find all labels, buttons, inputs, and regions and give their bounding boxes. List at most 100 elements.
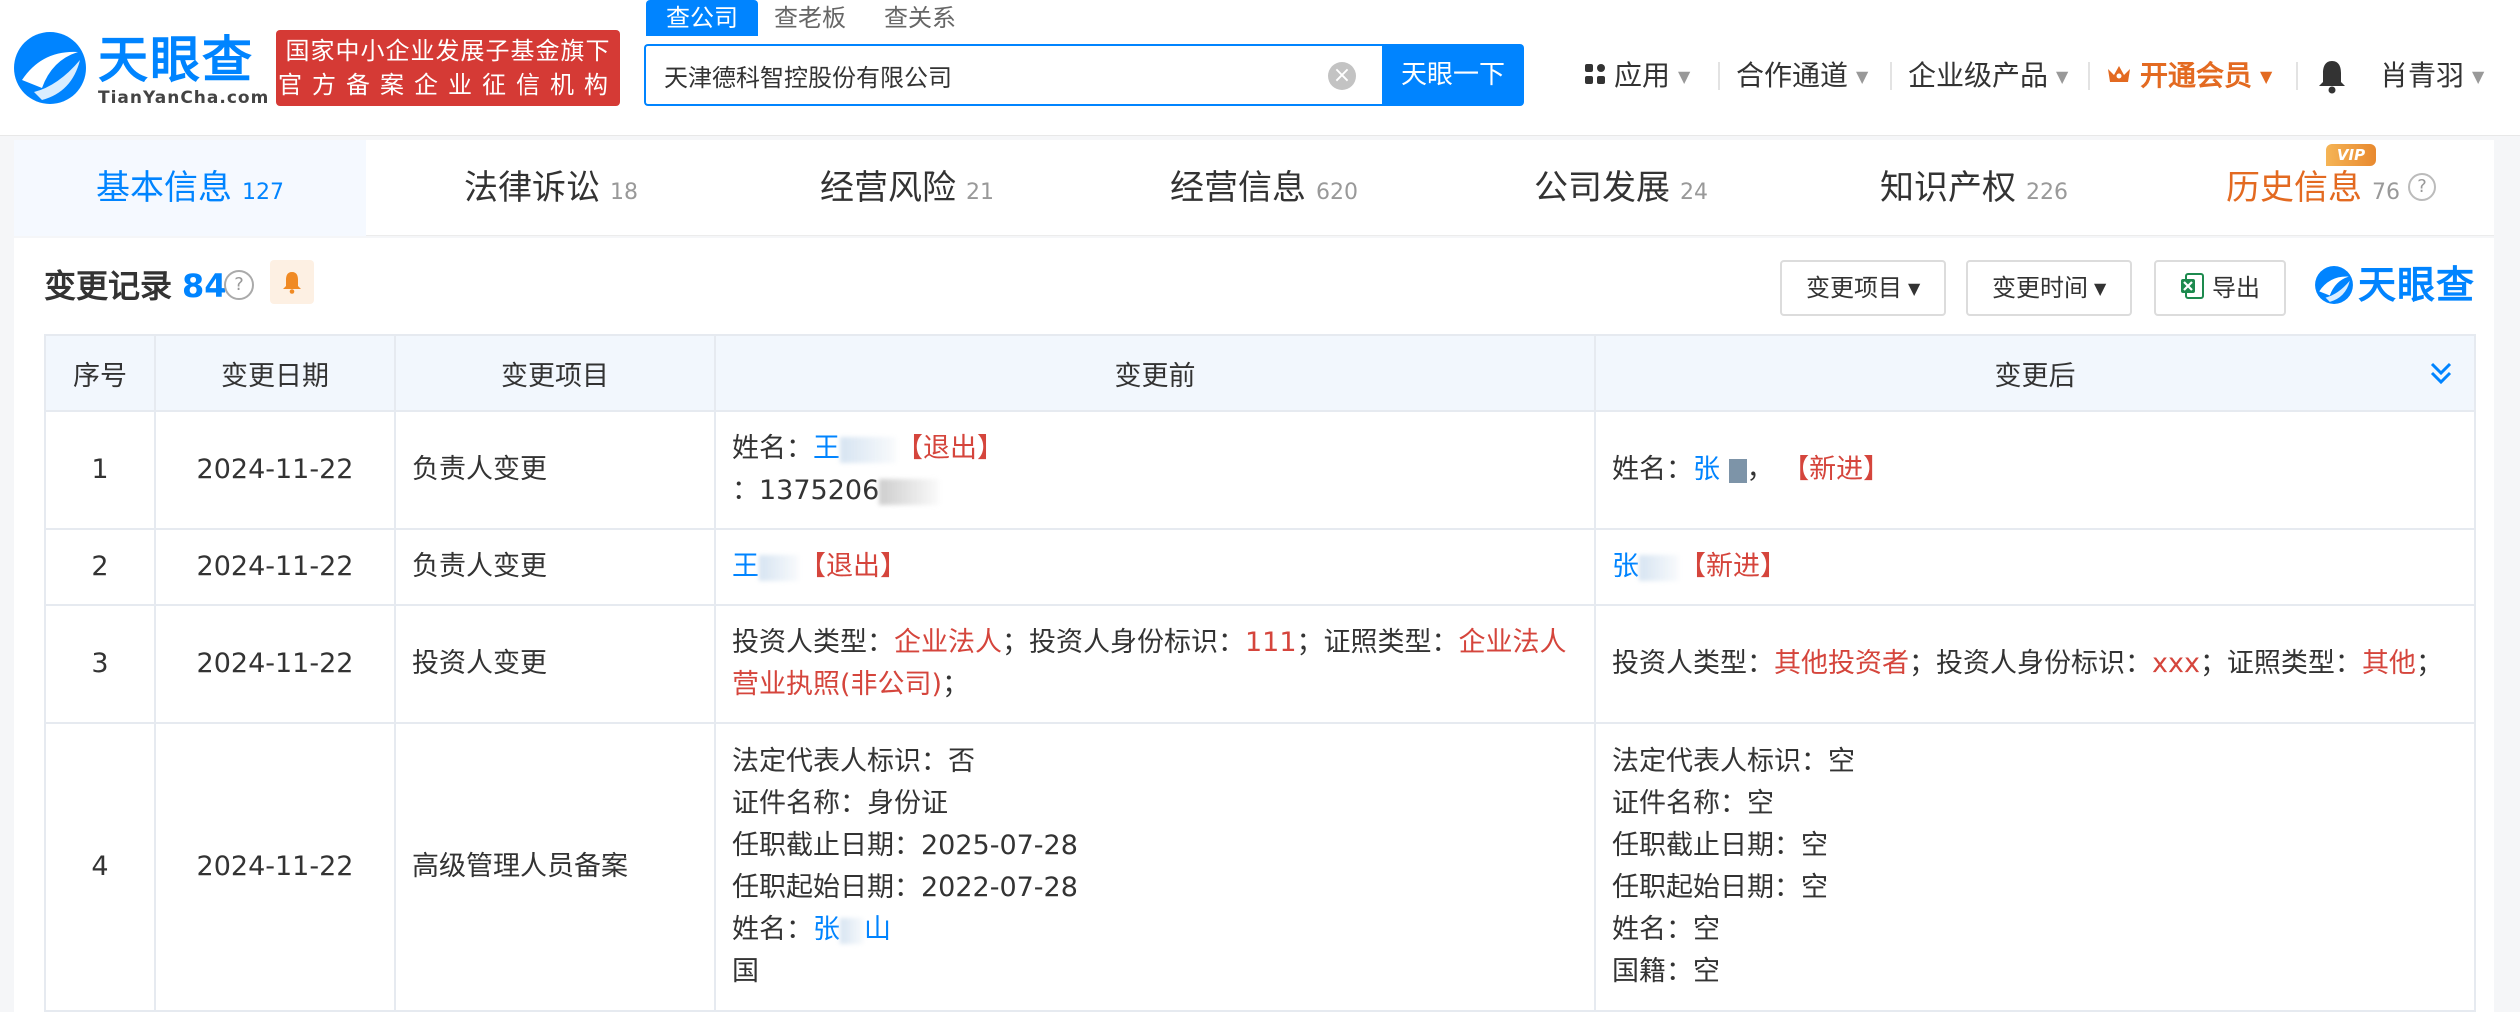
masked-text xyxy=(840,917,864,944)
header-index: 序号 xyxy=(44,334,156,412)
cell-before: 投资人类型：企业法人；投资人身份标识：111；证照类型：企业法人营业执照(非公司… xyxy=(714,604,1596,724)
monitor-bell-button[interactable] xyxy=(270,260,314,304)
gov-badge: 国家中小企业发展子基金旗下 官方备案企业征信机构 xyxy=(276,30,620,106)
logo-name: 天眼查 xyxy=(98,31,254,89)
table-header-row: 序号 变更日期 变更项目 变更前 变更后 xyxy=(44,334,2476,412)
export-button[interactable]: 导出 xyxy=(2154,260,2286,316)
logo-eye-icon xyxy=(14,32,86,104)
watermark-text: 天眼查 xyxy=(2358,263,2476,307)
cell-after: 投资人类型：其他投资者；投资人身份标识：xxx；证照类型：其他； xyxy=(1594,604,2476,724)
before-line: 任职截止日期：2025-07-28 xyxy=(732,830,1078,861)
gov-badge-line2: 官方备案企业征信机构 xyxy=(278,71,618,99)
field-value: 企业法人 xyxy=(894,627,1002,658)
tab-count: 24 xyxy=(1680,180,1708,205)
after-line: 姓名：空 xyxy=(1612,914,1720,945)
nav-enterprise[interactable]: 企业级产品 ▼ xyxy=(1908,54,2068,98)
person-link[interactable]: 张 xyxy=(813,914,840,945)
tab-legal[interactable]: 法律诉讼 18 xyxy=(464,140,638,236)
header-date: 变更日期 xyxy=(154,334,396,412)
filter-change-item[interactable]: 变更项目 ▼ xyxy=(1780,260,1947,316)
help-icon[interactable]: ? xyxy=(2408,172,2436,201)
bell-icon xyxy=(283,272,301,294)
tab-count: 21 xyxy=(966,180,994,205)
tab-search-company[interactable]: 查公司 xyxy=(646,0,758,36)
search-button[interactable]: 天眼一下 xyxy=(1382,44,1524,106)
name-label: 姓名： xyxy=(732,433,813,464)
name-label: 姓名： xyxy=(732,914,813,945)
cell-item: 负责人变更 xyxy=(394,528,716,606)
before-line: 法定代表人标识：否 xyxy=(732,746,975,777)
person-link[interactable]: 王 xyxy=(732,551,759,582)
before-line: ：1375206 xyxy=(732,470,1578,512)
before-line: 姓名：王 【退出】 xyxy=(732,428,1578,470)
search-input[interactable] xyxy=(664,56,1304,94)
person-link[interactable]: 山 xyxy=(864,914,891,945)
cell-index: 3 xyxy=(44,604,156,724)
masked-text xyxy=(1639,554,1679,581)
new-tag: 【新进】 xyxy=(1782,454,1891,485)
filter-change-time[interactable]: 变更时间 ▼ xyxy=(1966,260,2133,316)
field-value: 其他投资者 xyxy=(1774,648,1909,679)
masked-text xyxy=(759,554,799,581)
tab-label: 知识产权 xyxy=(1880,168,2016,208)
cell-before: 法定代表人标识：否 证件名称：身份证 任职截止日期：2025-07-28 任职起… xyxy=(714,722,1596,1012)
cell-item: 负责人变更 xyxy=(394,410,716,530)
person-link[interactable]: 张 xyxy=(1693,454,1720,485)
expand-double-chevron-icon[interactable] xyxy=(2428,354,2454,390)
nav-apps[interactable]: 应用 ▼ xyxy=(1584,54,1690,98)
nav-partner[interactable]: 合作通道 ▼ xyxy=(1736,54,1868,98)
person-link[interactable]: 王 xyxy=(813,433,840,464)
nav-divider xyxy=(2088,62,2090,90)
cell-after: 法定代表人标识：空 证件名称：空 任职截止日期：空 任职起始日期：空 姓名：空 … xyxy=(1594,722,2476,1012)
nav-user[interactable]: 肖青羽 ▼ xyxy=(2380,54,2484,98)
name-label: 姓名： xyxy=(1612,454,1693,485)
excel-icon xyxy=(2181,273,2204,299)
cell-after: 姓名：张 ， 【新进】 xyxy=(1594,410,2476,530)
tab-search-boss[interactable]: 查老板 xyxy=(774,0,846,36)
field-label: ；投资人身份标识： xyxy=(1002,627,1245,658)
field-value: 111 xyxy=(1245,627,1297,658)
tab-development[interactable]: 公司发展 24 xyxy=(1534,140,1708,236)
tab-search-relation[interactable]: 查关系 xyxy=(884,0,956,36)
help-icon[interactable]: ? xyxy=(224,270,254,300)
nav-divider xyxy=(1890,62,1892,90)
cell-before: 王 【退出】 xyxy=(714,528,1596,606)
cell-date: 2024-11-22 xyxy=(154,604,396,724)
after-line: 国籍：空 xyxy=(1612,956,1720,987)
chevron-down-icon: ▼ xyxy=(1678,67,1691,86)
field-label: ；证照类型： xyxy=(2199,648,2362,679)
header-before: 变更前 xyxy=(714,334,1596,412)
cell-index: 1 xyxy=(44,410,156,530)
chevron-down-icon: ▼ xyxy=(2260,67,2273,86)
tab-label: 经营信息 xyxy=(1170,168,1306,208)
field-label: 投资人类型： xyxy=(732,627,894,658)
person-link[interactable]: 张 xyxy=(1612,551,1639,582)
before-line: 任职起始日期：2022-07-28 xyxy=(732,872,1078,903)
caret-down-icon: ▼ xyxy=(2094,279,2107,298)
tab-basic-info[interactable]: 基本信息 127 xyxy=(14,140,366,236)
nav-divider xyxy=(1718,62,1720,90)
table-row: 3 2024-11-22 投资人变更 投资人类型：企业法人；投资人身份标识：11… xyxy=(44,604,2476,724)
header-after: 变更后 xyxy=(1594,334,2476,412)
field-label: 投资人类型： xyxy=(1612,648,1774,679)
tab-operation[interactable]: 经营信息 620 xyxy=(1170,140,1358,236)
tab-ip[interactable]: 知识产权 226 xyxy=(1880,140,2068,236)
apps-grid-icon xyxy=(1585,64,1605,84)
bell-icon[interactable] xyxy=(2316,58,2348,94)
tab-risk[interactable]: 经营风险 21 xyxy=(820,140,994,236)
nav-vip-label: 开通会员 xyxy=(2140,59,2253,92)
tab-count: 226 xyxy=(2026,180,2068,205)
nav-vip[interactable]: 开通会员 ▼ xyxy=(2106,54,2272,98)
tab-count: 620 xyxy=(1316,180,1358,205)
top-header: 天眼查 TianYanCha.com 国家中小企业发展子基金旗下 官方备案企业征… xyxy=(0,0,2520,136)
cell-item: 高级管理人员备案 xyxy=(394,722,716,1012)
tianyancha-logo[interactable]: 天眼查 TianYanCha.com xyxy=(12,28,268,108)
table-row: 4 2024-11-22 高级管理人员备案 法定代表人标识：否 证件名称：身份证… xyxy=(44,722,2476,1012)
phone-value: 1375206 xyxy=(759,475,880,506)
filter-label: 变更时间 xyxy=(1992,274,2088,302)
crown-icon xyxy=(2108,66,2130,82)
export-label: 导出 xyxy=(2212,274,2260,302)
caret-down-icon: ▼ xyxy=(1908,279,1921,298)
tab-count: 127 xyxy=(242,180,284,205)
clear-icon[interactable]: × xyxy=(1328,62,1356,90)
